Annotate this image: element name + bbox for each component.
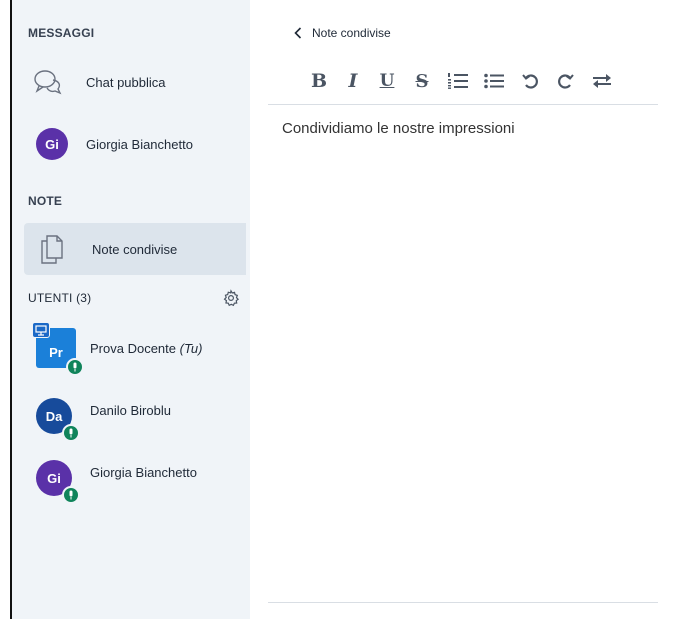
microphone-icon xyxy=(62,424,80,442)
swap-direction-icon[interactable] xyxy=(584,68,620,94)
chevron-left-icon xyxy=(294,27,302,39)
editor-toolbar: B I U S xyxy=(302,68,620,94)
user-list-item[interactable]: Gi Giorgia Bianchetto xyxy=(24,452,244,504)
document-icon xyxy=(36,231,68,267)
private-chat-name: Giorgia Bianchetto xyxy=(86,136,193,152)
shared-notes-label: Note condivise xyxy=(92,241,178,257)
italic-button[interactable]: I xyxy=(336,68,370,94)
user-list-item[interactable]: Da Danilo Biroblu xyxy=(24,390,244,442)
editor-bottom-divider xyxy=(268,602,658,603)
avatar: Pr xyxy=(32,322,84,376)
sidebar-item-private-chat[interactable]: Gi Giorgia Bianchetto xyxy=(24,118,244,170)
user-name: Giorgia Bianchetto xyxy=(90,464,197,480)
messages-section-title: MESSAGGI xyxy=(28,26,95,40)
ordered-list-icon[interactable] xyxy=(440,68,476,94)
avatar: Gi xyxy=(36,460,80,504)
avatar: Da xyxy=(36,398,80,442)
editor-content[interactable]: Condividiamo le nostre impressioni xyxy=(282,120,515,137)
public-chat-label: Chat pubblica xyxy=(86,74,166,90)
underline-button[interactable]: U xyxy=(370,68,404,94)
redo-icon[interactable] xyxy=(548,68,584,94)
undo-icon[interactable] xyxy=(512,68,548,94)
sidebar-item-public-chat[interactable]: Chat pubblica xyxy=(24,56,244,108)
gear-icon[interactable] xyxy=(222,289,240,307)
users-section-title: UTENTI (3) xyxy=(28,291,92,305)
presentation-icon xyxy=(32,322,50,338)
you-tag: (Tu) xyxy=(179,340,203,356)
back-button[interactable]: Note condivise xyxy=(294,26,391,40)
avatar: Gi xyxy=(36,128,68,160)
microphone-icon xyxy=(66,358,84,376)
notes-section-title: NOTE xyxy=(28,194,63,208)
user-name: Danilo Biroblu xyxy=(90,402,171,418)
user-list-item[interactable]: Pr Prova Docente (Tu) xyxy=(24,322,244,376)
sidebar-item-shared-notes[interactable]: Note condivise xyxy=(24,223,246,275)
chat-bubbles-icon xyxy=(32,66,64,98)
bold-button[interactable]: B xyxy=(302,68,336,94)
back-label: Note condivise xyxy=(312,26,391,40)
microphone-icon xyxy=(62,486,80,504)
user-name: Prova Docente (Tu) xyxy=(90,340,203,356)
shared-notes-panel: Note condivise B I U S Condividiamo le n… xyxy=(250,0,675,619)
toolbar-divider xyxy=(268,104,658,105)
strikethrough-button[interactable]: S xyxy=(404,68,440,94)
sidebar: MESSAGGI Chat pubblica Gi Giorgia Bianch… xyxy=(12,0,250,619)
bullet-list-icon[interactable] xyxy=(476,68,512,94)
